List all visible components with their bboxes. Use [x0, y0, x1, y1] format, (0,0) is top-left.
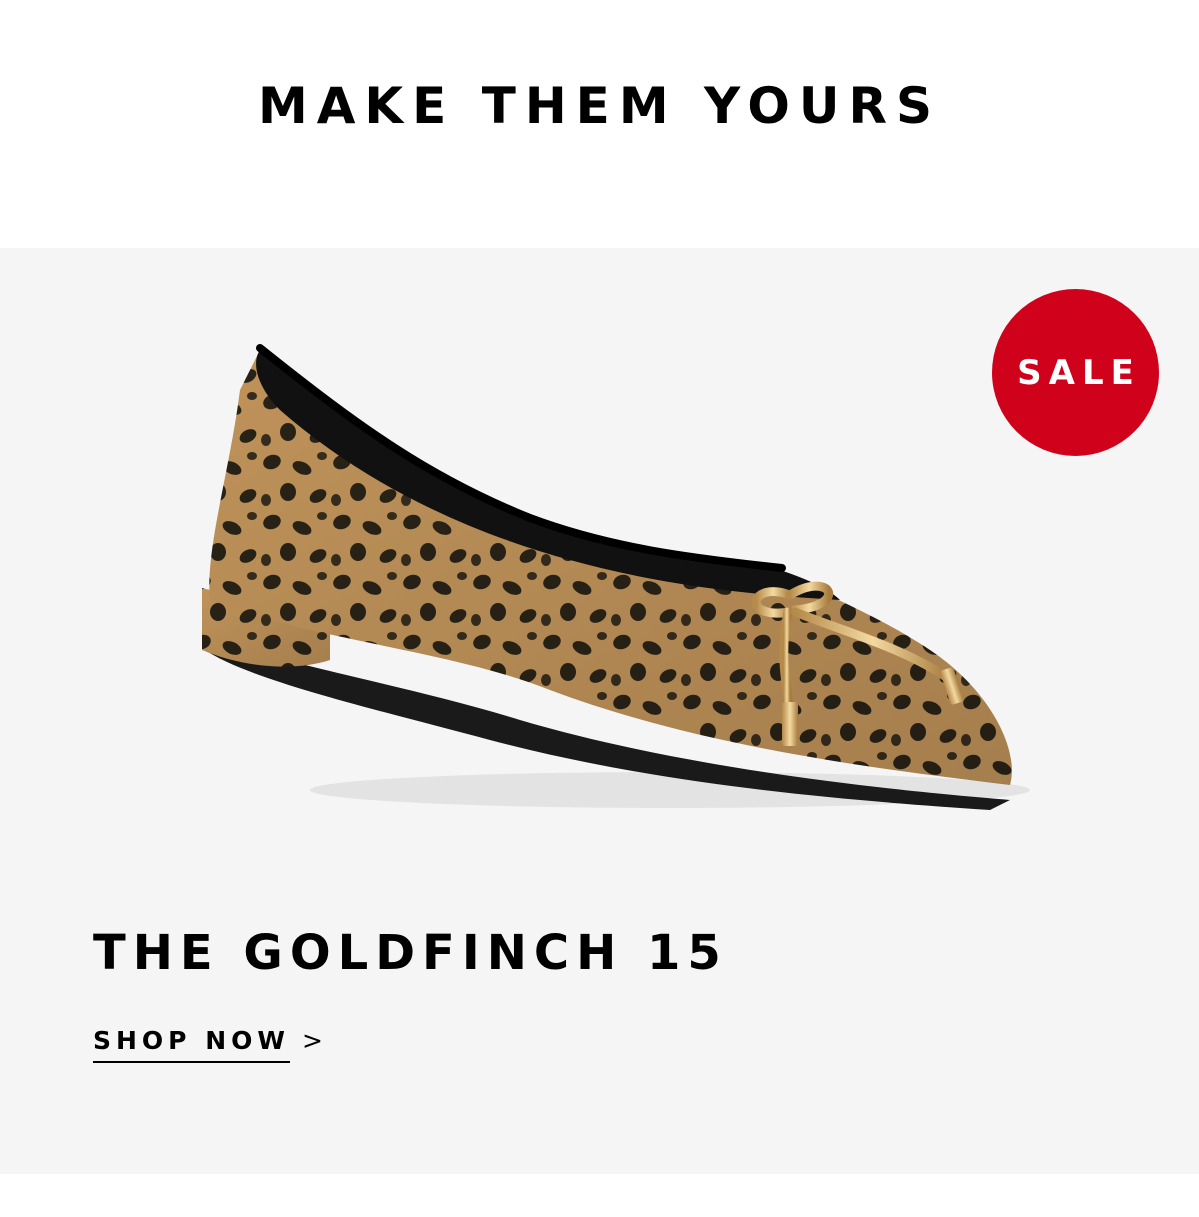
email-header: MAKE THEM YOURS — [0, 0, 1199, 248]
headline: MAKE THEM YOURS — [257, 77, 942, 135]
shop-now-link[interactable]: SHOP NOW > — [93, 1025, 323, 1063]
shop-now-label[interactable]: SHOP NOW — [93, 1025, 290, 1063]
sale-badge-label: SALE — [1017, 352, 1141, 393]
product-title[interactable]: THE GOLDFINCH 15 — [93, 924, 728, 982]
shoe-image[interactable] — [190, 330, 1040, 830]
sale-badge: SALE — [992, 289, 1159, 456]
chevron-right-icon[interactable]: > — [302, 1025, 323, 1063]
footer-spacer — [0, 1174, 1199, 1217]
